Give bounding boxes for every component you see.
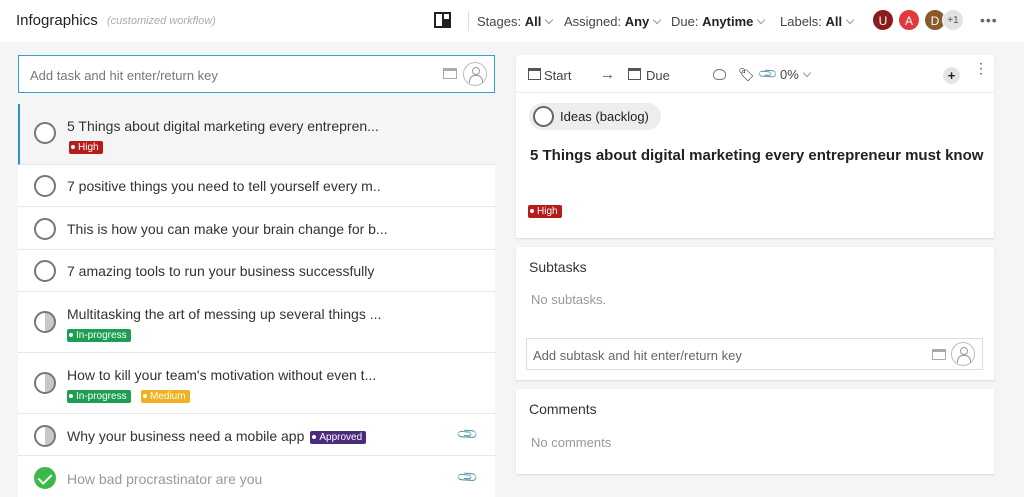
reminder-icon[interactable] [713,69,726,80]
calendar-icon[interactable] [443,68,457,79]
priority-tag: High [69,141,103,154]
task-row[interactable]: This is how you can make your brain chan… [18,207,495,250]
subtasks-heading: Subtasks [529,259,587,275]
calendar-icon[interactable] [932,349,946,360]
task-row[interactable]: 7 amazing tools to run your business suc… [18,250,495,292]
subtasks-empty-text: No subtasks. [531,292,607,307]
divider [468,11,469,31]
filter-labels[interactable]: Labels: All [780,14,855,29]
calendar-icon[interactable] [628,68,641,80]
task-row[interactable]: Multitasking the art of messing up sever… [18,292,495,353]
chevron-down-icon [757,15,766,25]
chevron-down-icon [545,15,554,25]
task-title: 5 Things about digital marketing every e… [67,118,379,134]
stage-selector[interactable]: Ideas (backlog) [529,103,661,130]
task-status-icon[interactable] [34,122,56,144]
avatar[interactable]: A [898,9,920,31]
add-button[interactable]: + [943,67,960,84]
arrow-right-icon: → [600,66,615,83]
add-subtask-placeholder: Add subtask and hit enter/return key [533,348,742,363]
avatar[interactable]: U [872,9,894,31]
task-title: Why your business need a mobile app Appro… [67,428,367,445]
project-title: Infographics [16,12,98,29]
task-status-icon[interactable] [34,218,56,240]
task-detail-title[interactable]: 5 Things about digital marketing every e… [530,145,990,166]
assign-user-icon[interactable] [951,342,975,366]
task-row[interactable]: How to kill your team's motivation witho… [18,353,495,414]
task-title: 7 positive things you need to tell yours… [67,178,381,194]
calendar-icon[interactable] [528,68,541,80]
board-view-icon[interactable] [434,12,451,28]
task-title: How to kill your team's motivation witho… [67,367,377,383]
filter-stages[interactable]: Stages: All [477,14,554,29]
task-title: This is how you can make your brain chan… [67,221,388,237]
task-title: 7 amazing tools to run your business suc… [67,263,375,279]
comments-heading: Comments [529,401,597,417]
label-icon[interactable]: 🏷 [738,67,755,83]
task-detail-card: Ideas (backlog) 5 Things about digital m… [516,92,994,238]
task-detail-toolbar: Start → Due 🏷 📎 0% + ⋮ [516,55,994,92]
status-tag: Approved [310,431,367,444]
task-status-icon[interactable] [34,175,56,197]
comments-empty-text: No comments [531,435,612,450]
add-subtask-input[interactable]: Add subtask and hit enter/return key [526,338,983,370]
due-date-button[interactable]: Due [646,68,670,83]
chevron-down-icon [653,15,662,25]
workflow-subtitle: (customized workflow) [107,15,216,27]
attachment-icon[interactable]: 📎 [757,63,780,86]
stage-status-icon [533,106,554,127]
task-status-icon[interactable] [34,260,56,282]
chevron-down-icon [802,68,812,78]
start-date-button[interactable]: Start [544,68,571,83]
status-tag: In-progress [67,329,131,342]
task-title: Multitasking the art of messing up sever… [67,306,382,322]
add-task-input[interactable]: Add task and hit enter/return key [18,55,495,93]
more-options-icon[interactable]: ⋮ [974,61,988,75]
attachment-icon: 📎 [455,465,480,489]
stage-label: Ideas (backlog) [560,109,649,124]
comments-section: Comments No comments [516,389,994,474]
filter-due[interactable]: Due: Anytime [671,14,766,29]
add-task-placeholder: Add task and hit enter/return key [30,68,218,83]
task-title: How bad procrastinator are you [67,471,263,487]
task-status-icon[interactable] [34,311,56,333]
assign-user-icon[interactable] [463,62,487,86]
filter-assigned[interactable]: Assigned: Any [564,14,662,29]
task-row[interactable]: How bad procrastinator are you 📎 [18,456,495,497]
top-bar: Infographics (customized workflow) Stage… [0,0,1024,42]
priority-tag: High [528,205,562,218]
priority-tag: Medium [141,390,190,403]
task-row[interactable]: 7 positive things you need to tell yours… [18,165,495,207]
task-status-icon[interactable] [34,467,56,489]
task-status-icon[interactable] [34,372,56,394]
task-row[interactable]: Why your business need a mobile app Appro… [18,414,495,456]
progress-value: 0% [780,67,799,82]
attachment-icon: 📎 [455,422,480,446]
chevron-down-icon [845,15,855,25]
task-title-text: Why your business need a mobile app [67,428,305,444]
status-tag: In-progress [67,390,131,403]
subtasks-section: Subtasks No subtasks. Add subtask and hi… [516,247,994,380]
progress-dropdown[interactable]: 0% [780,67,812,82]
task-row[interactable]: 5 Things about digital marketing every e… [18,104,495,165]
more-members-badge[interactable]: +1 [942,9,964,31]
more-options-icon[interactable]: ••• [980,12,998,28]
task-status-icon[interactable] [34,425,56,447]
